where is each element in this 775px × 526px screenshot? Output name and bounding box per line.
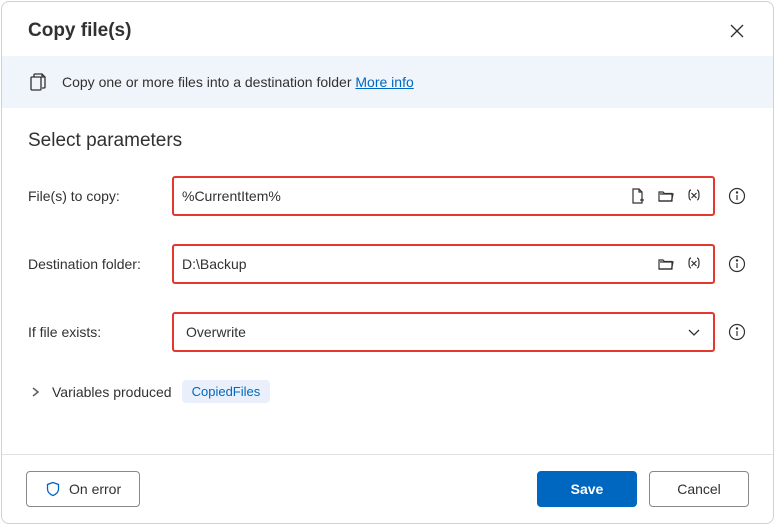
section-title: Select parameters <box>28 130 747 152</box>
row-if-file-exists: If file exists: Overwrite <box>28 312 747 352</box>
more-info-link[interactable]: More info <box>355 74 413 90</box>
folder-open-icon <box>657 255 675 273</box>
variables-toggle[interactable] <box>28 385 42 399</box>
dest-label: Destination folder: <box>28 256 160 272</box>
shield-icon <box>45 481 61 497</box>
variable-chip[interactable]: CopiedFiles <box>182 380 271 403</box>
footer-actions: Save Cancel <box>537 471 749 507</box>
file-add-icon <box>629 187 647 205</box>
close-button[interactable] <box>727 21 747 41</box>
variables-label: Variables produced <box>52 384 172 400</box>
dest-field[interactable] <box>172 244 715 284</box>
dialog-footer: On error Save Cancel <box>2 454 773 523</box>
files-field[interactable] <box>172 176 715 216</box>
variables-produced-row: Variables produced CopiedFiles <box>28 380 747 403</box>
exists-select[interactable]: Overwrite <box>172 312 715 352</box>
row-files-to-copy: File(s) to copy: <box>28 176 747 216</box>
select-file-button[interactable] <box>627 185 649 207</box>
chevron-down-icon <box>685 323 703 341</box>
copy-files-dialog: Copy file(s) Copy one or more files into… <box>1 1 774 524</box>
on-error-button[interactable]: On error <box>26 471 140 507</box>
copy-icon <box>28 72 48 92</box>
dialog-title: Copy file(s) <box>28 20 131 42</box>
exists-label: If file exists: <box>28 324 160 340</box>
files-help-button[interactable] <box>727 186 747 206</box>
info-icon <box>728 187 746 205</box>
dropdown-toggle[interactable] <box>683 321 705 343</box>
browse-folder-button[interactable] <box>655 185 677 207</box>
folder-open-icon <box>657 187 675 205</box>
save-button[interactable]: Save <box>537 471 637 507</box>
dest-input[interactable] <box>182 256 649 272</box>
info-icon <box>728 323 746 341</box>
files-label: File(s) to copy: <box>28 188 160 204</box>
variable-picker-button[interactable] <box>683 253 705 275</box>
variable-picker-button[interactable] <box>683 185 705 207</box>
dialog-content: Select parameters File(s) to copy: <box>2 108 773 454</box>
cancel-button[interactable]: Cancel <box>649 471 749 507</box>
variable-icon <box>685 255 703 273</box>
exists-help-button[interactable] <box>727 322 747 342</box>
variable-icon <box>685 187 703 205</box>
info-icon <box>728 255 746 273</box>
chevron-right-icon <box>28 385 42 399</box>
dialog-header: Copy file(s) <box>2 2 773 56</box>
close-icon <box>730 24 744 38</box>
dest-help-button[interactable] <box>727 254 747 274</box>
files-input[interactable] <box>182 188 621 204</box>
banner-text: Copy one or more files into a destinatio… <box>62 74 414 90</box>
info-banner: Copy one or more files into a destinatio… <box>2 56 773 108</box>
browse-dest-button[interactable] <box>655 253 677 275</box>
on-error-label: On error <box>69 481 121 497</box>
exists-value: Overwrite <box>182 324 677 340</box>
row-destination-folder: Destination folder: <box>28 244 747 284</box>
